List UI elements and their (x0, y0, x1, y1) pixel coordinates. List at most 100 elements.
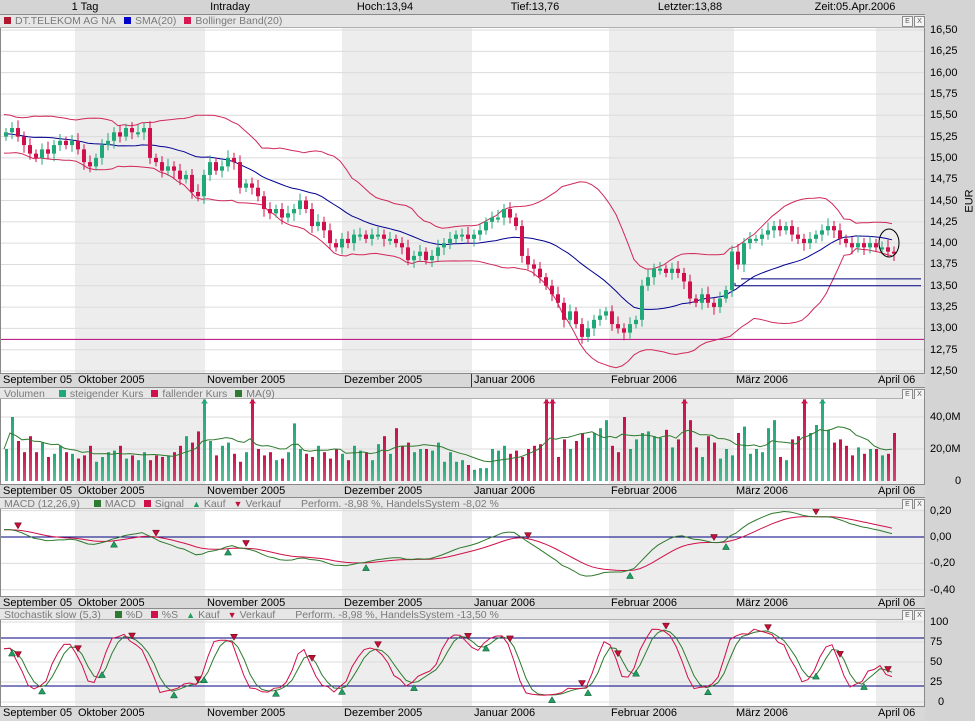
month-label: Februar 2006 (611, 374, 677, 387)
volume-bar (83, 455, 86, 481)
volume-bar (185, 436, 188, 481)
candle (784, 222, 788, 235)
volume-bar (179, 446, 182, 481)
candle (520, 220, 524, 263)
volume-bar (557, 457, 560, 481)
candle (832, 221, 836, 238)
month-label: Februar 2006 (611, 707, 677, 720)
volume-bar (377, 444, 380, 481)
price-tick-label: 12,75 (930, 344, 958, 356)
volume-bar (689, 420, 692, 481)
volume-bar (779, 457, 782, 481)
volume-legend: Volumensteigender Kursfallender KursMA(9… (0, 387, 925, 399)
volume-bar (227, 443, 230, 481)
candle (274, 205, 278, 218)
sell-signal-icon (231, 634, 238, 640)
legend-swatch-icon (151, 611, 158, 618)
volume-tick-label: 40,0M (930, 411, 961, 423)
month-label: September 05 (3, 707, 72, 720)
volume-bar (167, 455, 170, 481)
volume-bar (641, 433, 644, 481)
period-label[interactable]: 1 Tag (72, 0, 99, 14)
legend-label: DT.TELEKOM AG NA (15, 15, 116, 27)
volume-bar (659, 438, 662, 481)
volume-bar (71, 454, 74, 481)
month-label: April 06 (878, 374, 915, 387)
volume-bar (365, 452, 368, 481)
candle (214, 158, 218, 175)
candle (46, 142, 50, 159)
legend-swatch-icon (151, 390, 158, 397)
volume-tick-label: 20,0M (930, 443, 961, 455)
volume-bar (437, 443, 440, 481)
volume-bar (569, 449, 572, 481)
month-label: November 2005 (207, 707, 285, 720)
volume-bar (803, 399, 806, 481)
price-tick-label: 16,00 (930, 67, 958, 79)
candle (232, 153, 236, 170)
candle (598, 309, 602, 326)
stoch-tick-label: 25 (930, 676, 942, 688)
close-panel-icon[interactable]: X (914, 16, 925, 27)
candle (604, 307, 608, 320)
price-tick-label: 15,50 (930, 109, 958, 121)
candle (286, 206, 290, 223)
volume-bar (587, 438, 590, 481)
volume-bar (683, 399, 686, 481)
volume-bar (29, 436, 32, 481)
time-value: Zeit:05.Apr.2006 (815, 0, 896, 14)
price-tick-label: 12,50 (930, 365, 958, 377)
year-divider (471, 374, 472, 387)
price-tick-label: 13,00 (930, 322, 958, 334)
legend-item: Bollinger Band(20) (184, 15, 282, 27)
volume-bar (161, 457, 164, 481)
volume-bar (287, 452, 290, 481)
price-chart (0, 28, 925, 373)
overflow-arrow-icon (801, 399, 808, 403)
legend-swatch-icon (94, 500, 101, 507)
stoch-legend: Stochastik slow (5,3)%D%S▲Kauf▼VerkaufPe… (0, 608, 925, 620)
volume-bar (245, 452, 248, 481)
candle (490, 212, 494, 229)
volume-bar (551, 399, 554, 481)
candle (790, 220, 794, 241)
candle (262, 191, 266, 217)
volume-bar (497, 451, 500, 481)
legend-item: DT.TELEKOM AG NA (4, 15, 116, 27)
mode-label[interactable]: Intraday (210, 0, 250, 14)
volume-bar (611, 446, 614, 481)
candle (64, 137, 68, 150)
candle (472, 229, 476, 246)
month-label: September 05 (3, 374, 72, 387)
candle (640, 280, 644, 327)
candle (478, 224, 482, 241)
price-tick-label: 14,50 (930, 195, 958, 207)
volume-bar (719, 459, 722, 481)
candle (238, 155, 242, 193)
expand-panel-icon[interactable]: E (902, 16, 913, 27)
volume-bar (665, 430, 668, 481)
candle (328, 224, 332, 250)
volume-bar (647, 431, 650, 481)
volume-bar (893, 433, 896, 481)
candle (766, 223, 770, 240)
volume-bar (791, 439, 794, 481)
volume-bar (95, 462, 98, 481)
candle (844, 235, 848, 248)
overflow-arrow-icon (549, 399, 556, 403)
high-value: Hoch:13,94 (357, 0, 413, 14)
volume-bar (347, 460, 350, 481)
candle (574, 307, 578, 328)
candle (862, 238, 866, 255)
month-label: Dezember 2005 (344, 374, 422, 387)
volume-bar (77, 459, 80, 481)
volume-bar (827, 430, 830, 481)
volume-bar (833, 443, 836, 481)
month-band (876, 509, 925, 596)
volume-bar (53, 454, 56, 481)
candle (70, 135, 74, 152)
volume-bar (851, 455, 854, 481)
volume-bar (11, 417, 14, 481)
candle (562, 298, 566, 328)
volume-bar (155, 455, 158, 481)
